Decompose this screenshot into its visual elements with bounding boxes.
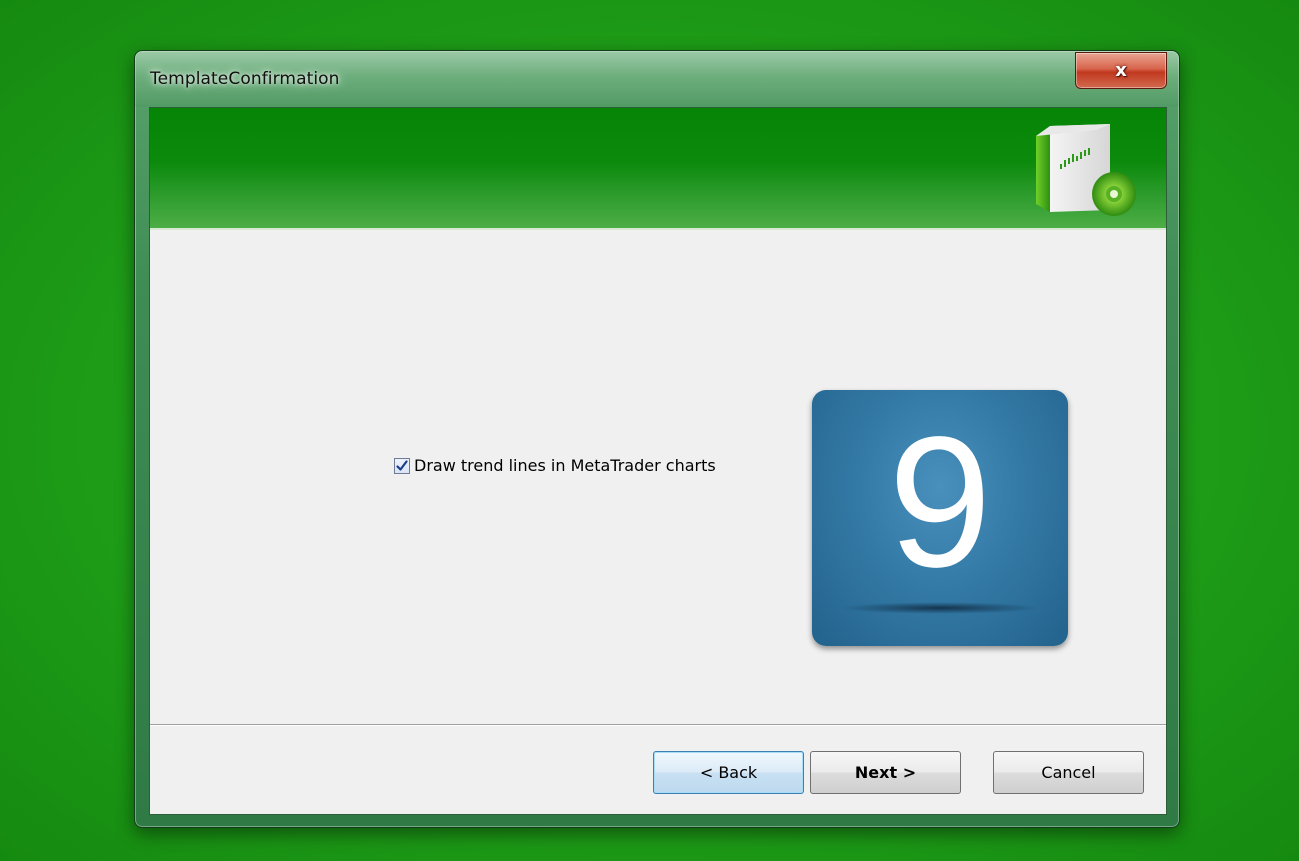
wizard-body: Draw trend lines in MetaTrader charts 9	[150, 230, 1166, 724]
metatrader-product-box-icon	[1030, 120, 1140, 220]
close-icon: x	[1115, 60, 1127, 81]
wizard-header-banner	[150, 108, 1166, 230]
close-button[interactable]: x	[1075, 52, 1167, 89]
draw-trend-lines-checkbox[interactable]	[394, 457, 410, 474]
draw-trend-lines-label: Draw trend lines in MetaTrader charts	[414, 456, 716, 475]
checkmark-icon	[396, 459, 408, 471]
step-number-shadow	[840, 602, 1040, 614]
footer-separator	[150, 724, 1166, 726]
wizard-window: TemplateConfirmation x Draw trend lines …	[134, 50, 1180, 828]
next-button[interactable]: Next >	[810, 751, 961, 794]
draw-trend-lines-option[interactable]: Draw trend lines in MetaTrader charts	[394, 456, 716, 475]
title-bar[interactable]: TemplateConfirmation	[135, 51, 1179, 107]
step-number-tile: 9	[812, 390, 1068, 646]
back-button[interactable]: < Back	[653, 751, 804, 794]
cancel-button[interactable]: Cancel	[993, 751, 1144, 794]
step-number: 9	[888, 399, 992, 606]
window-title: TemplateConfirmation	[150, 69, 340, 89]
wizard-client-area: Draw trend lines in MetaTrader charts 9 …	[149, 107, 1167, 815]
